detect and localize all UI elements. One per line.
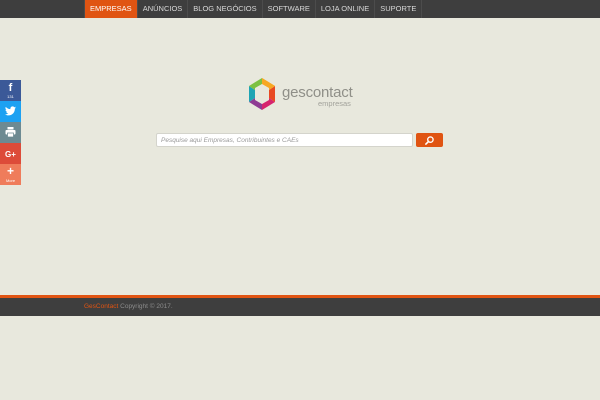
search-icon xyxy=(425,136,434,145)
googleplus-share-button[interactable]: G+ xyxy=(0,143,21,164)
search-input[interactable] xyxy=(156,133,413,147)
copyright-text: Copyright © 2017. xyxy=(118,303,173,310)
social-share-sidebar: f 131 G+ + More xyxy=(0,80,21,185)
printer-icon xyxy=(0,127,21,140)
nav-item-loja-online[interactable]: LOJA ONLINE xyxy=(316,0,376,18)
nav-item-software[interactable]: SOFTWARE xyxy=(263,0,316,18)
nav-item-blog-negocios[interactable]: BLOG NEGÓCIOS xyxy=(188,0,263,18)
top-navigation-bar: EMPRESAS ANÚNCIOS BLOG NEGÓCIOS SOFTWARE… xyxy=(0,0,600,18)
twitter-icon xyxy=(0,106,21,119)
main-menu: EMPRESAS ANÚNCIOS BLOG NEGÓCIOS SOFTWARE… xyxy=(84,0,423,18)
print-button[interactable] xyxy=(0,122,21,143)
nav-item-empresas[interactable]: EMPRESAS xyxy=(84,0,138,18)
twitter-share-button[interactable] xyxy=(0,101,21,122)
facebook-icon: f xyxy=(8,82,13,94)
footer-copyright: GesContact Copyright © 2017. xyxy=(84,303,173,310)
plus-icon: + xyxy=(6,164,14,178)
nav-item-anuncios[interactable]: ANÚNCIOS xyxy=(138,0,189,18)
facebook-share-button[interactable]: f 131 xyxy=(0,80,21,101)
logo-subtitle: empresas xyxy=(318,99,351,108)
share-count: 131 xyxy=(7,94,14,99)
more-label: More xyxy=(5,178,16,183)
nav-item-suporte[interactable]: SUPORTE xyxy=(375,0,423,18)
googleplus-icon: G+ xyxy=(5,150,16,159)
footer: GesContact Copyright © 2017. xyxy=(0,298,600,316)
search-button[interactable] xyxy=(416,133,443,147)
footer-brand-link[interactable]: GesContact xyxy=(84,303,118,310)
hexagon-logo-icon xyxy=(249,78,275,110)
more-share-button[interactable]: + More xyxy=(0,164,21,185)
gescontact-logo[interactable]: gescontact empresas xyxy=(247,78,367,110)
